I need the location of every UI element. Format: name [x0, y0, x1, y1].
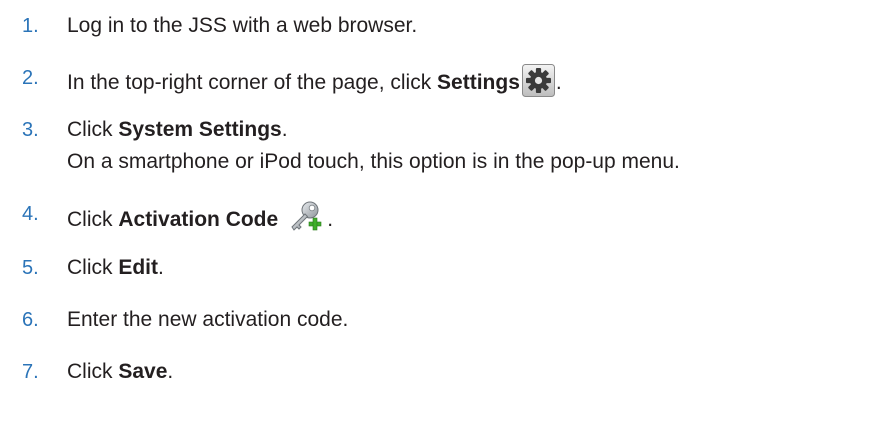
step-text: In the top-right corner of the page, cli…: [67, 64, 562, 97]
step-text-plain: Enter the new activation code.: [67, 308, 349, 331]
gear-icon: [521, 64, 555, 97]
step-text-bold: Activation Code: [118, 208, 279, 231]
step-text-plain: In the top-right corner of the page, cli…: [67, 71, 438, 94]
step-text-plain: Log in to the JSS with a web browser.: [67, 14, 418, 37]
step-text-plain: Click: [67, 208, 119, 231]
step-number: 6.: [22, 309, 39, 331]
step-3-note: On a smartphone or iPod touch, this opti…: [67, 150, 680, 173]
step-number: 5.: [22, 257, 39, 279]
step-text-bold: System Settings: [118, 118, 282, 141]
step-number: 4.: [22, 203, 39, 225]
step-text-bold: Save: [118, 360, 168, 383]
step-text: Enter the new activation code.: [67, 306, 348, 334]
step-text: Log in to the JSS with a web browser.: [67, 12, 417, 40]
step-number: 7.: [22, 361, 39, 383]
step-text-plain: Click: [67, 360, 119, 383]
step-number: 3.: [22, 119, 39, 141]
key-add-icon: [288, 200, 324, 234]
step-text-plain: Click: [67, 118, 119, 141]
step-text: Click Save.: [67, 358, 173, 386]
step-text-plain: .: [555, 71, 562, 94]
step-text-bold: Edit: [118, 256, 159, 279]
step-text-bold: Settings: [437, 71, 520, 94]
step-number: 1.: [22, 15, 39, 37]
step-text-plain: .: [327, 208, 334, 231]
step-text-plain: .: [281, 118, 288, 141]
step-number: 2.: [22, 67, 39, 89]
step-text: Click Edit.: [67, 254, 164, 282]
step-text: Click Activation Code .: [67, 200, 333, 234]
step-text-plain: Click: [67, 256, 119, 279]
step-text: Click System Settings.: [67, 116, 288, 144]
step-text-plain: .: [167, 360, 174, 383]
step-text-plain: .: [158, 256, 164, 279]
